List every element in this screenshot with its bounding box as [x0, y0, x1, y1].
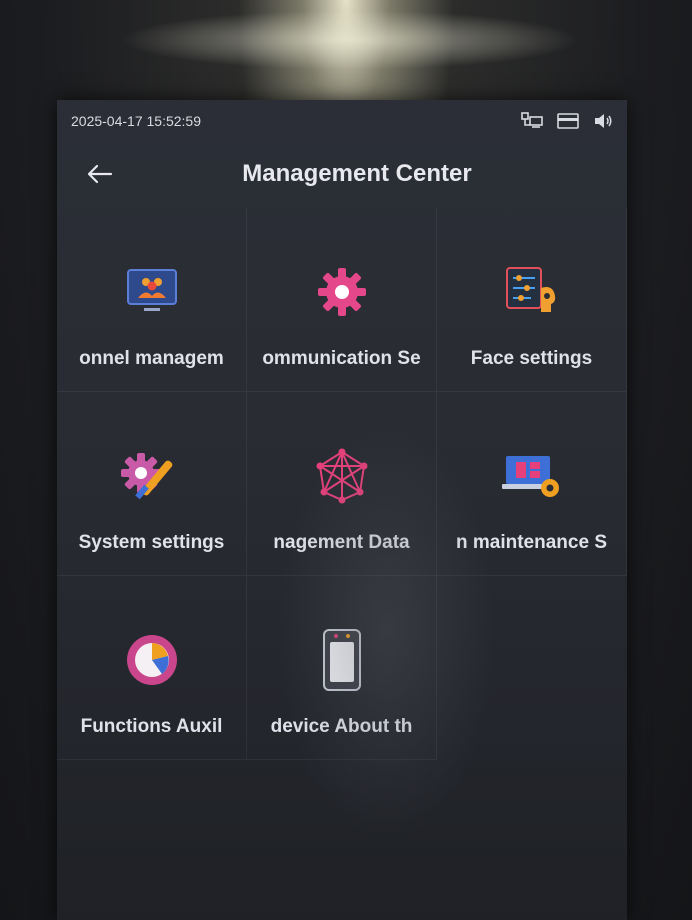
tile-about-device[interactable]: device About th	[247, 576, 437, 760]
menu-grid: onnel managem ommunication Se Face setti…	[57, 208, 627, 760]
device-screen: 2025-04-17 15:52:59 Management Center on…	[57, 100, 627, 920]
back-button[interactable]	[79, 156, 119, 192]
status-icons	[521, 112, 613, 130]
tile-label: Face settings	[470, 348, 593, 369]
system-settings-icon	[120, 444, 184, 508]
tile-face-settings[interactable]: Face settings	[437, 208, 627, 392]
tile-label: System settings	[78, 532, 225, 553]
status-bar: 2025-04-17 15:52:59	[57, 100, 627, 142]
tile-management-data[interactable]: nagement Data	[247, 392, 437, 576]
tile-label: Functions Auxil	[80, 716, 223, 737]
face-settings-icon	[500, 260, 564, 324]
tile-system-settings[interactable]: System settings	[57, 392, 247, 576]
tile-auxiliary-functions[interactable]: Functions Auxil	[57, 576, 247, 760]
tile-label: nagement Data	[273, 532, 410, 553]
tile-label: device About th	[270, 716, 413, 737]
tile-personnel-management[interactable]: onnel managem	[57, 208, 247, 392]
ambient-light-glare	[120, 10, 580, 70]
tile-label: ommunication Se	[262, 348, 421, 369]
device-icon	[310, 628, 374, 692]
tile-maintenance-settings[interactable]: n maintenance S	[437, 392, 627, 576]
card-icon	[557, 113, 579, 129]
tile-label: n maintenance S	[456, 532, 607, 553]
volume-icon	[593, 113, 613, 129]
personnel-icon	[120, 260, 184, 324]
page-title: Management Center	[242, 160, 472, 187]
datetime: 2025-04-17 15:52:59	[71, 113, 201, 129]
header: Management Center	[57, 146, 627, 202]
arrow-left-icon	[87, 164, 113, 184]
maintenance-icon	[500, 444, 564, 508]
tile-communication-settings[interactable]: ommunication Se	[247, 208, 437, 392]
tile-label: onnel managem	[79, 348, 224, 369]
network-icon	[521, 112, 543, 130]
pie-chart-icon	[120, 628, 184, 692]
network-data-icon	[310, 444, 374, 508]
gear-icon	[310, 260, 374, 324]
